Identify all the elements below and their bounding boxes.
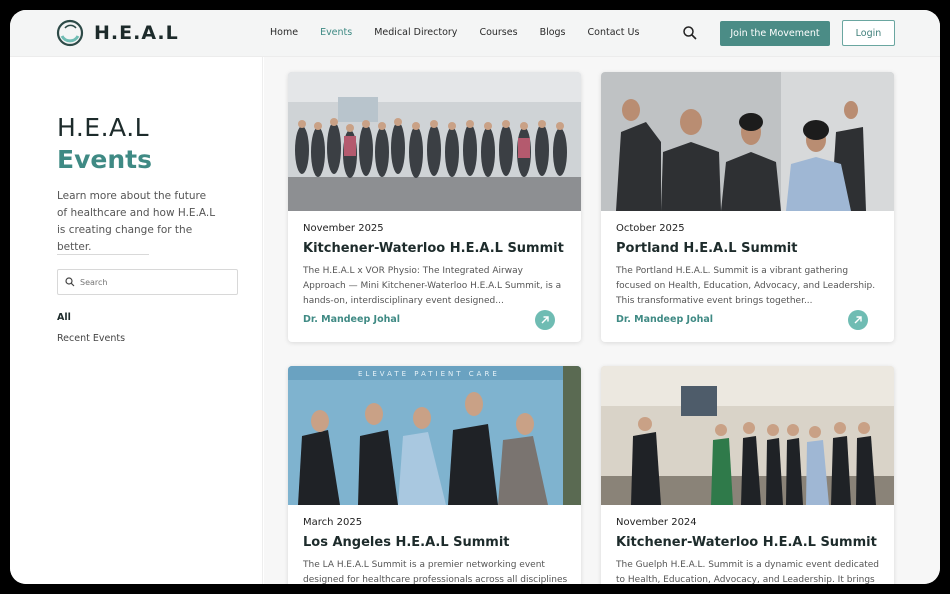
event-date: October 2025 [616, 223, 685, 234]
event-description: The LA H.E.A.L Summit is a premier netwo… [303, 560, 568, 584]
events-grid: November 2025 Kitchener-Waterloo H.E.A.L… [264, 57, 940, 584]
event-description: The H.E.A.L x VOR Physio: The Integrated… [303, 266, 562, 306]
sidebar: H.E.A.L Events Learn more about the futu… [10, 57, 263, 584]
event-date: November 2025 [303, 223, 384, 234]
event-author: Dr. Mandeep Johal [303, 314, 401, 325]
search-icon [65, 277, 75, 287]
arrow-up-right-icon [854, 316, 862, 324]
filter-all[interactable]: All [57, 312, 71, 323]
join-the-movement-button[interactable]: Join the Movement [720, 21, 830, 46]
event-date: March 2025 [303, 517, 363, 528]
event-title[interactable]: Kitchener-Waterloo H.E.A.L Summit [616, 535, 877, 550]
site-header: H.E.A.L Home Events Medical Directory Co… [10, 10, 940, 57]
event-date: November 2024 [616, 517, 697, 528]
event-title[interactable]: Portland H.E.A.L Summit [616, 241, 797, 256]
arrow-up-right-icon [541, 316, 549, 324]
browser-frame: H.E.A.L Home Events Medical Directory Co… [10, 10, 940, 584]
logo-text: H.E.A.L [94, 22, 179, 44]
event-photo [601, 366, 894, 505]
event-photo: ELEVATE PATIENT CARE [288, 366, 581, 505]
logo-icon [56, 19, 84, 47]
page-subtitle: Events [57, 145, 152, 174]
nav-blogs[interactable]: Blogs [540, 27, 566, 38]
event-title[interactable]: Kitchener-Waterloo H.E.A.L Summit [303, 241, 564, 256]
search-input[interactable] [80, 274, 230, 291]
nav-home[interactable]: Home [270, 27, 298, 38]
event-card[interactable]: ELEVATE PATIENT CARE March 2025 Los Ange… [288, 366, 581, 584]
search-icon[interactable] [682, 25, 698, 41]
filter-recent-events[interactable]: Recent Events [57, 333, 125, 344]
event-photo [288, 72, 581, 211]
open-event-button[interactable] [535, 310, 555, 330]
main-nav: Home Events Medical Directory Courses Bl… [270, 27, 661, 38]
event-photo [601, 72, 894, 211]
nav-events[interactable]: Events [320, 27, 352, 38]
logo[interactable]: H.E.A.L [56, 19, 179, 47]
event-card[interactable]: October 2025 Portland H.E.A.L Summit The… [601, 72, 894, 342]
nav-medical-directory[interactable]: Medical Directory [374, 27, 457, 38]
banner-text: ELEVATE PATIENT CARE [358, 370, 500, 378]
nav-courses[interactable]: Courses [479, 27, 517, 38]
search-box[interactable] [57, 269, 238, 295]
event-description: The Portland H.E.A.L. Summit is a vibran… [616, 266, 876, 306]
event-author: Dr. Mandeep Johal [616, 314, 714, 325]
open-event-button[interactable] [848, 310, 868, 330]
login-button[interactable]: Login [842, 20, 895, 46]
page-description: Learn more about the future of healthcar… [57, 190, 216, 253]
page-title: H.E.A.L [57, 113, 150, 142]
event-card[interactable]: November 2024 Kitchener-Waterloo H.E.A.L… [601, 366, 894, 584]
event-description: The Guelph H.E.A.L. Summit is a dynamic … [616, 560, 880, 584]
event-title[interactable]: Los Angeles H.E.A.L Summit [303, 535, 510, 550]
event-card[interactable]: November 2025 Kitchener-Waterloo H.E.A.L… [288, 72, 581, 342]
nav-contact-us[interactable]: Contact Us [588, 27, 640, 38]
divider [57, 254, 149, 255]
